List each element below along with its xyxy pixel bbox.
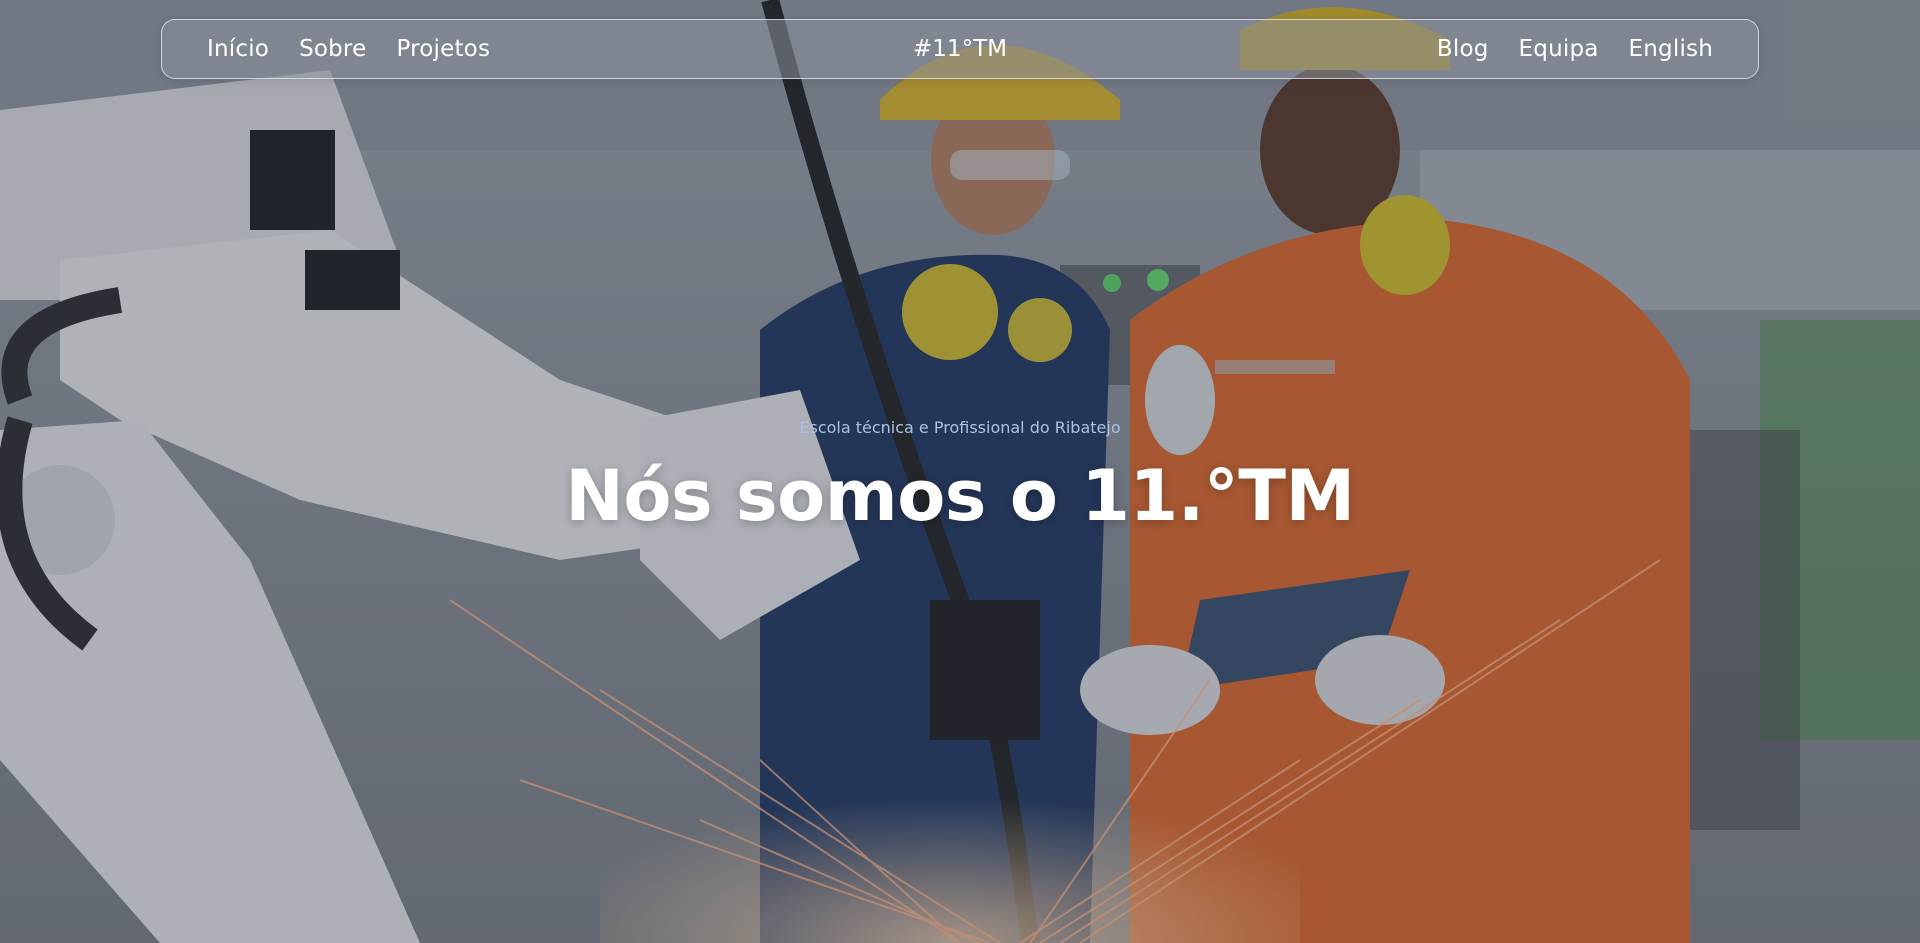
- hero-headline: Nós somos o 11.°TM: [565, 455, 1355, 537]
- brand-logo-text[interactable]: #11°TM: [913, 36, 1007, 62]
- nav-left-links: Início Sobre Projetos: [207, 36, 490, 62]
- nav-link-sobre[interactable]: Sobre: [299, 36, 366, 62]
- hero-content: Escola técnica e Profissional do Ribatej…: [0, 418, 1920, 537]
- top-navbar: Início Sobre Projetos #11°TM Blog Equipa…: [161, 19, 1759, 79]
- nav-link-equipa[interactable]: Equipa: [1519, 36, 1599, 62]
- nav-link-inicio[interactable]: Início: [207, 36, 269, 62]
- nav-link-blog[interactable]: Blog: [1437, 36, 1489, 62]
- hero-subtitle: Escola técnica e Profissional do Ribatej…: [799, 418, 1121, 437]
- nav-link-projetos[interactable]: Projetos: [396, 36, 490, 62]
- nav-right-links: Blog Equipa English: [1437, 36, 1713, 62]
- hero-section: Início Sobre Projetos #11°TM Blog Equipa…: [0, 0, 1920, 943]
- language-switch-english[interactable]: English: [1629, 36, 1713, 62]
